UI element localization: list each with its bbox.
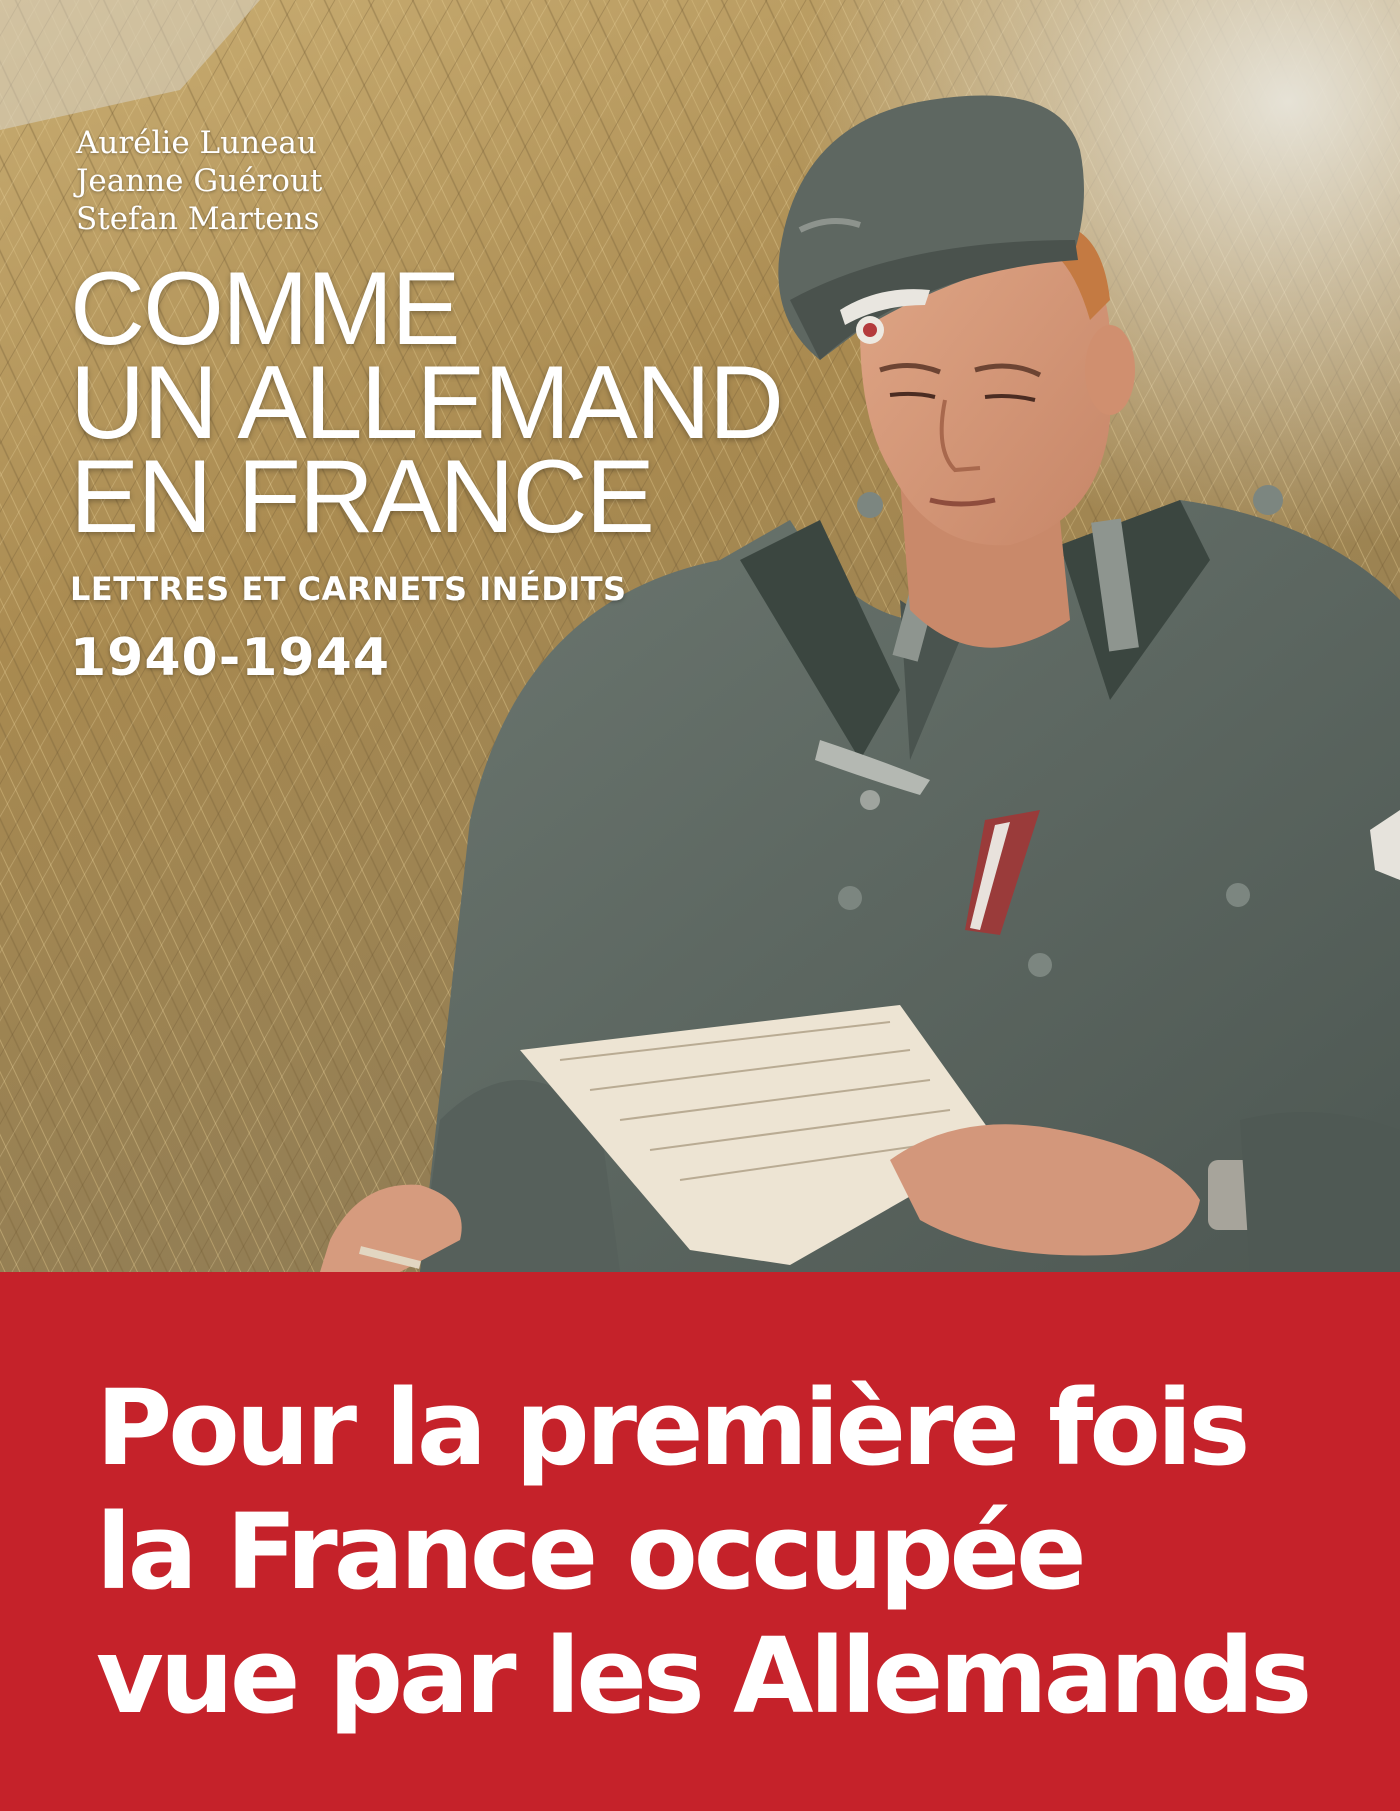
book-title: COMME UN ALLEMAND EN FRANCE (70, 251, 784, 555)
tagline-line: Pour la première fois (96, 1367, 1250, 1489)
tagline: Pour la première fois la France occupée … (96, 1366, 1312, 1738)
author-name: Jeanne Guérout (76, 163, 323, 199)
author-list: Aurélie Luneau Jeanne Guérout Stefan Mar… (76, 124, 322, 238)
book-years: 1940-1944 (70, 628, 391, 688)
author-name: Stefan Martens (76, 201, 320, 237)
author-name: Aurélie Luneau (76, 125, 317, 161)
book-title-line: COMME (70, 251, 461, 367)
tagline-line: vue par les Allemands (96, 1615, 1312, 1737)
book-subtitle: LETTRES ET CARNETS INÉDITS (70, 570, 627, 608)
book-title-line: EN FRANCE (70, 439, 655, 555)
tagline-banner: Pour la première fois la France occupée … (0, 1272, 1400, 1811)
book-title-line: UN ALLEMAND (70, 345, 784, 461)
tagline-line: la France occupée (96, 1491, 1087, 1613)
book-cover: Aurélie Luneau Jeanne Guérout Stefan Mar… (0, 0, 1400, 1811)
